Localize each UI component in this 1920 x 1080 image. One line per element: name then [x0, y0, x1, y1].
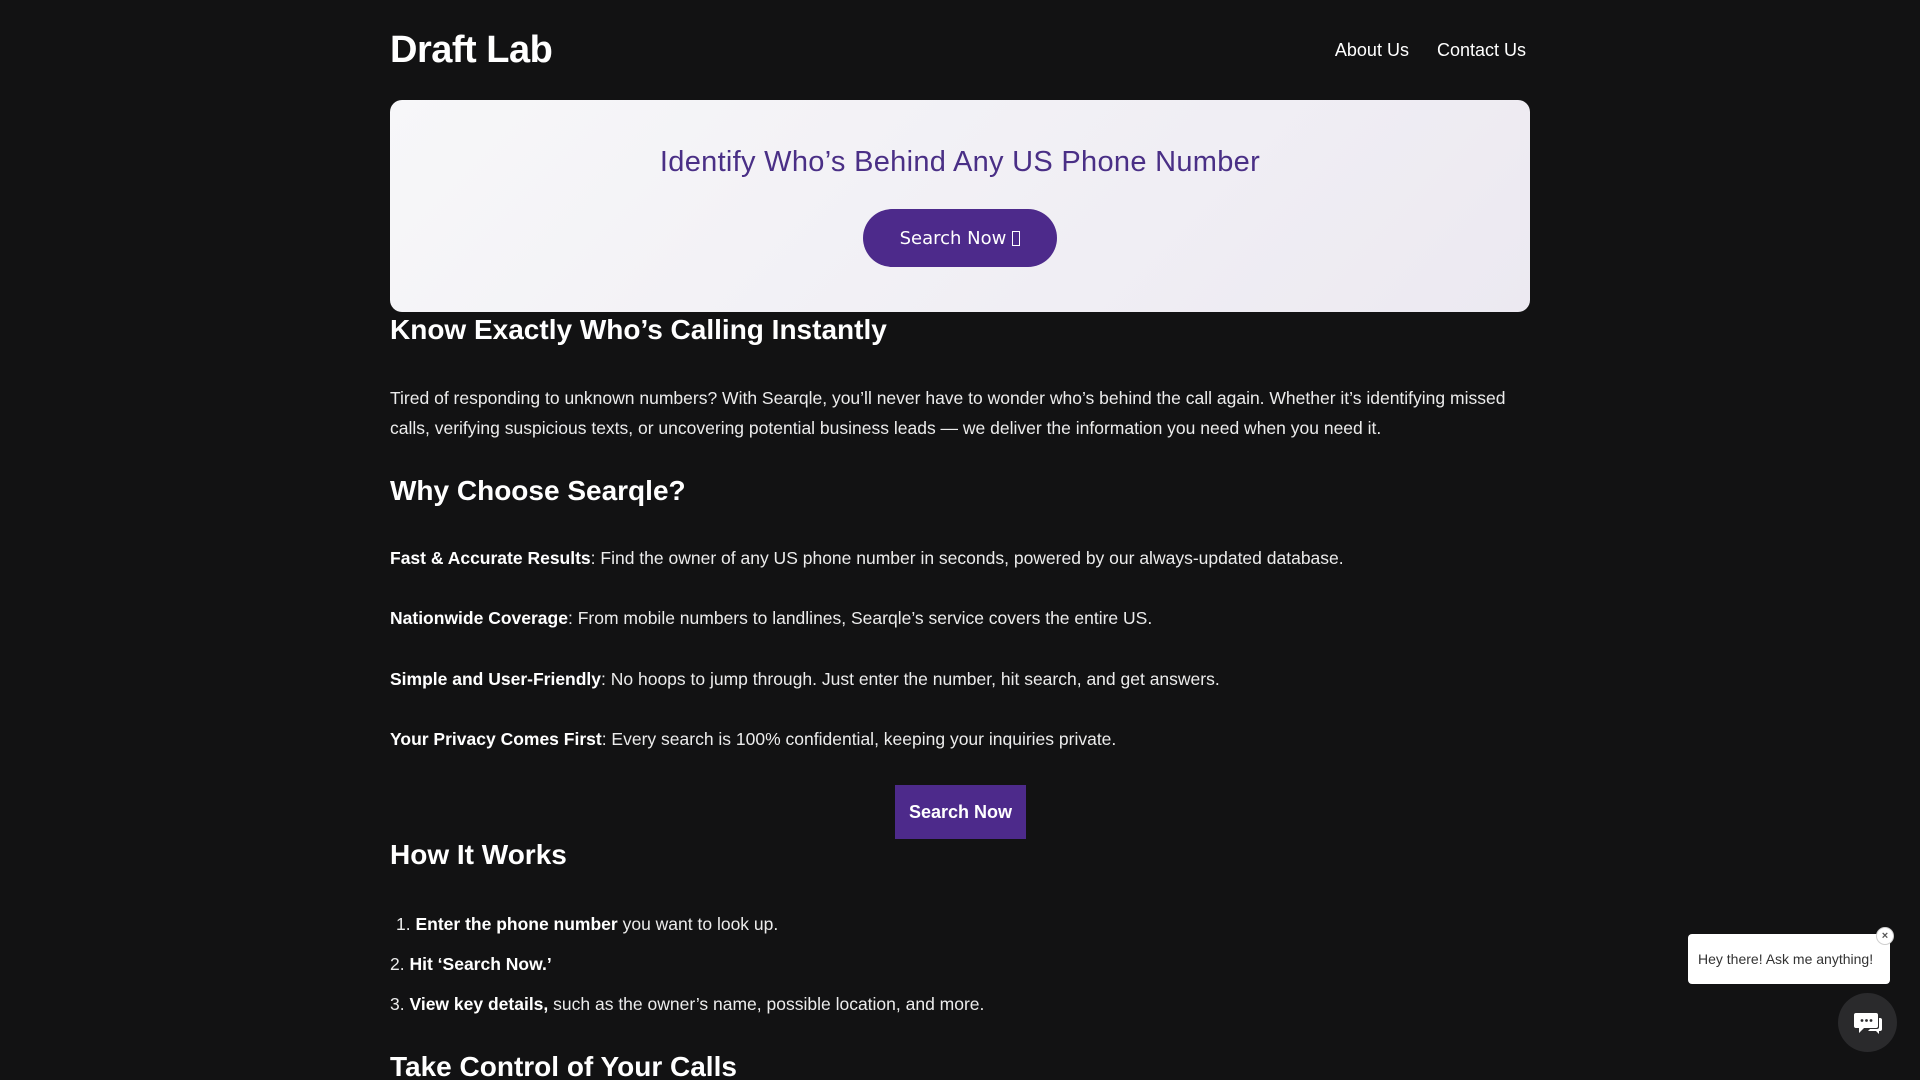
feature-simple: Simple and User-Friendly: No hoops to ju… [390, 664, 1530, 694]
feature-text: : No hoops to jump through. Just enter t… [601, 669, 1220, 689]
hero-title: Identify Who’s Behind Any US Phone Numbe… [659, 146, 1261, 178]
step-number: 1. [396, 914, 411, 934]
chat-greeting-bubble[interactable]: Hey there! Ask me anything! [1688, 934, 1890, 984]
step-item: 3. View key details, such as the owner’s… [390, 984, 1530, 1024]
site-logo[interactable]: Draft Lab [390, 29, 553, 72]
hero-banner: Identify Who’s Behind Any US Phone Numbe… [390, 100, 1530, 312]
step-number: 2. [390, 954, 405, 974]
feature-nationwide: Nationwide Coverage: From mobile numbers… [390, 603, 1530, 633]
heading-how-it-works: How It Works [390, 839, 567, 870]
feature-text: : Find the owner of any US phone number … [590, 548, 1344, 568]
step-item: 2. Hit ‘Search Now.’ [390, 944, 1530, 984]
nav-about-us[interactable]: About Us [1335, 40, 1409, 61]
hero-search-now-button[interactable]: Search Now [863, 209, 1057, 267]
nav-contact-us[interactable]: Contact Us [1437, 40, 1526, 61]
hero-button-label: Search Now [899, 227, 1007, 249]
feature-privacy: Your Privacy Comes First: Every search i… [390, 724, 1530, 754]
feature-title: Your Privacy Comes First [390, 729, 602, 749]
feature-text: : From mobile numbers to landlines, Sear… [567, 608, 1153, 628]
site-header: Draft Lab About Us Contact Us [390, 0, 1530, 100]
intro-paragraph: Tired of responding to unknown numbers? … [390, 388, 1506, 438]
close-icon[interactable]: × [1876, 927, 1894, 945]
heading-know-exactly: Know Exactly Who’s Calling Instantly [390, 314, 887, 345]
chat-launcher-button[interactable] [1838, 993, 1897, 1052]
missing-glyph-icon [1012, 230, 1021, 246]
page: Draft Lab About Us Contact Us Identify W… [0, 0, 1920, 1080]
step-bold: View key details, [409, 994, 549, 1014]
feature-title: Fast & Accurate Results [390, 548, 591, 568]
chat-icon [1853, 1012, 1882, 1034]
feature-text: : Every search is 100% confidential, kee… [601, 729, 1117, 749]
main-nav: About Us Contact Us [1335, 40, 1526, 61]
step-bold: Hit ‘Search Now.’ [409, 954, 552, 974]
search-now-button[interactable]: Search Now [895, 785, 1026, 839]
step-item: 1. Enter the phone number you want to lo… [390, 904, 1530, 944]
feature-title: Nationwide Coverage [390, 608, 568, 628]
step-text: you want to look up. [617, 914, 779, 934]
main-container: Draft Lab About Us Contact Us Identify W… [390, 0, 1530, 1080]
feature-fast-accurate: Fast & Accurate Results: Find the owner … [390, 543, 1530, 573]
steps-list: 1. Enter the phone number you want to lo… [390, 904, 1530, 1024]
heading-why-choose: Why Choose Searqle? [390, 475, 686, 506]
feature-title: Simple and User-Friendly [390, 669, 602, 689]
step-bold: Enter the phone number [415, 914, 618, 934]
heading-take-control: Take Control of Your Calls [390, 1051, 737, 1080]
step-text: such as the owner’s name, possible locat… [548, 994, 985, 1014]
step-number: 3. [390, 994, 405, 1014]
